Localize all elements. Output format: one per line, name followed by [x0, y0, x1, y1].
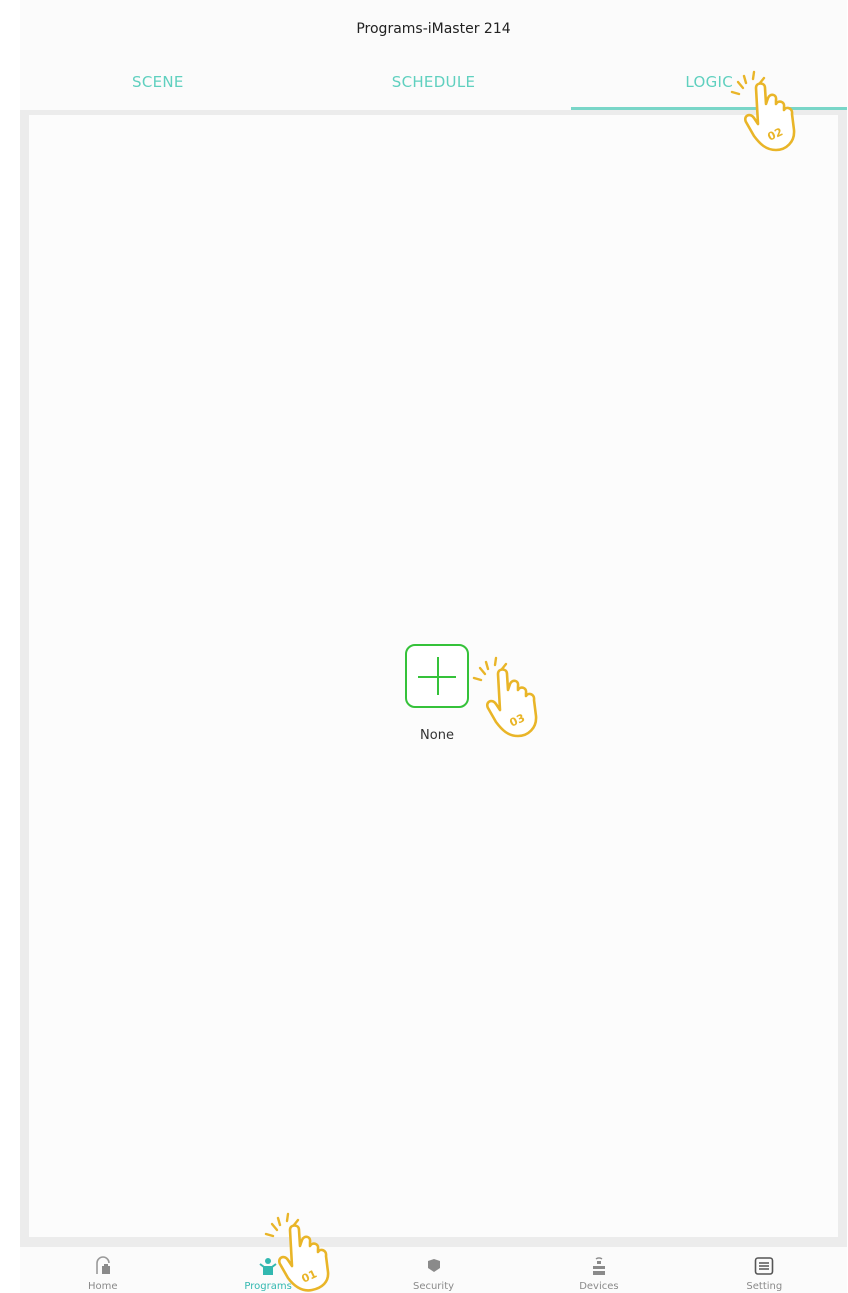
- tab-label: SCHEDULE: [391, 73, 476, 91]
- title-bar: Programs-iMaster 214: [20, 0, 847, 56]
- nav-label: Home: [87, 1281, 118, 1292]
- tap-hand-marker-01: 01: [264, 1212, 330, 1292]
- plus-icon-vertical: [437, 657, 439, 695]
- tab-label: SCENE: [132, 73, 184, 91]
- empty-state-label: None: [420, 728, 454, 743]
- shield-icon: [427, 1259, 440, 1272]
- tap-hand-marker-03: 03: [472, 656, 538, 738]
- tab-scene[interactable]: SCENE: [20, 56, 296, 110]
- nav-label: Setting: [746, 1281, 783, 1292]
- page-title: Programs-iMaster 214: [356, 21, 511, 37]
- nav-setting[interactable]: Setting: [682, 1247, 847, 1293]
- nav-security[interactable]: Security: [351, 1247, 516, 1293]
- home-icon: [95, 1256, 110, 1274]
- settings-list-icon: [755, 1257, 774, 1275]
- nav-devices[interactable]: Devices: [516, 1247, 681, 1293]
- add-logic-button[interactable]: [405, 644, 469, 708]
- tab-schedule[interactable]: SCHEDULE: [296, 56, 572, 110]
- nav-label: Devices: [579, 1281, 619, 1292]
- nav-label: Security: [412, 1281, 455, 1292]
- app-frame: Programs-iMaster 214 SCENE SCHEDULE LOGI…: [20, 0, 847, 1293]
- devices-icon: [592, 1257, 605, 1275]
- tap-hand-marker-02: 02: [730, 70, 796, 152]
- bottom-navigation: Home Programs Security Devices Setting: [20, 1247, 847, 1293]
- nav-home[interactable]: Home: [20, 1247, 185, 1293]
